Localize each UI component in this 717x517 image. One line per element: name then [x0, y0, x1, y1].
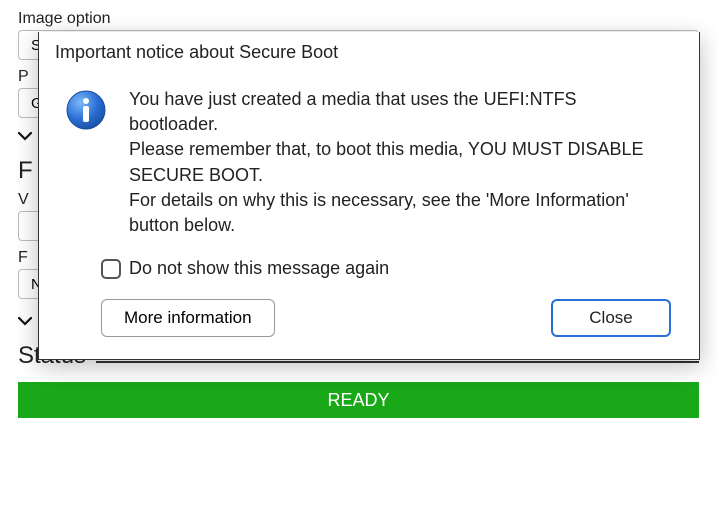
info-icon: [65, 87, 107, 238]
dialog-title: Important notice about Secure Boot: [39, 32, 699, 69]
secure-boot-dialog: Important notice about Secure Boot You h…: [38, 32, 700, 360]
status-text: READY: [327, 390, 389, 411]
dont-show-label: Do not show this message again: [129, 258, 389, 279]
dialog-message: You have just created a media that uses …: [129, 87, 659, 238]
chevron-down-icon: [18, 313, 32, 330]
more-information-button[interactable]: More information: [101, 299, 275, 337]
dont-show-checkbox[interactable]: [101, 259, 121, 279]
status-bar: READY: [18, 382, 699, 418]
close-button[interactable]: Close: [551, 299, 671, 337]
image-option-label: Image option: [18, 10, 699, 28]
chevron-down-icon: [18, 128, 32, 145]
